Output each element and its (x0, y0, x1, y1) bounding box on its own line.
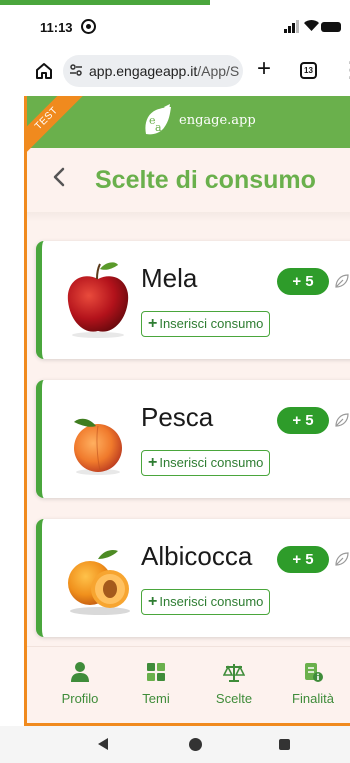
home-icon[interactable] (34, 61, 54, 81)
nav-item-finalita[interactable]: Finalità (278, 661, 348, 706)
wifi-icon (304, 19, 319, 35)
apple-image (60, 259, 136, 339)
plus-icon: + (148, 593, 158, 610)
system-recents-icon[interactable] (279, 739, 290, 750)
nav-item-profilo[interactable]: Profilo (45, 661, 115, 706)
more-menu-icon[interactable]: ⋮ (340, 56, 350, 84)
whatsapp-icon (81, 19, 96, 34)
document-info-icon (302, 661, 324, 683)
status-time: 11:13 (40, 20, 73, 35)
title-divider (27, 212, 350, 222)
product-card-albicocca: Albicocca + 5 + Inserisci consumo (36, 519, 350, 637)
scale-icon (222, 661, 246, 683)
status-bar: 11:13 (0, 6, 350, 46)
plus-icon: + (148, 454, 158, 471)
product-card-pesca: Pesca + 5 + Inserisci consumo (36, 380, 350, 498)
system-navigation-bar (0, 726, 350, 763)
app-header: TEST e a engage.app (27, 96, 350, 160)
browser-toolbar: app.engageapp.it/App/S + 13 ⋮ (0, 46, 350, 96)
nav-label: Finalità (292, 691, 334, 706)
page-title: Scelte di consumo (95, 166, 316, 194)
product-card-mela: Mela + 5 + Inserisci consumo (36, 241, 350, 359)
new-tab-icon[interactable]: + (257, 55, 271, 83)
address-bar[interactable]: app.engageapp.it/App/S (63, 55, 243, 87)
add-consumption-label: Inserisci consumo (159, 594, 264, 609)
leaf-icon (334, 273, 350, 289)
score-badge: + 5 (277, 268, 329, 295)
site-settings-icon[interactable] (69, 64, 83, 79)
nav-item-scelte[interactable]: Scelte (199, 661, 269, 706)
url-path: /App/S (197, 63, 239, 79)
leaf-icon (334, 551, 350, 567)
logo-text: engage.app (179, 113, 256, 128)
nav-label: Scelte (215, 691, 253, 706)
person-icon (69, 661, 91, 683)
nav-item-temi[interactable]: Temi (121, 661, 191, 706)
battery-icon (321, 22, 341, 32)
leaf-icon (334, 412, 350, 428)
product-name: Pesca (141, 402, 214, 432)
add-consumption-button[interactable]: + Inserisci consumo (141, 589, 271, 615)
app-frame: TEST e a engage.app Scelte di consumo Me… (24, 96, 350, 726)
add-consumption-label: Inserisci consumo (159, 455, 264, 470)
add-consumption-label: Inserisci consumo (159, 316, 264, 331)
back-chevron-icon[interactable] (47, 164, 71, 194)
product-name: Albicocca (141, 541, 253, 571)
title-row: Scelte di consumo (27, 148, 350, 212)
score-badge: + 5 (277, 546, 329, 573)
signal-icon (284, 20, 300, 33)
nav-label: Temi (142, 691, 170, 706)
url-host: app.engageapp.it (89, 63, 198, 79)
apricot-image (60, 537, 136, 617)
add-consumption-button[interactable]: + Inserisci consumo (141, 450, 271, 476)
system-back-icon[interactable] (98, 738, 108, 750)
logo-letter-a: a (155, 121, 162, 134)
plus-icon: + (148, 315, 158, 332)
add-consumption-button[interactable]: + Inserisci consumo (141, 311, 271, 337)
peach-image (60, 398, 136, 478)
product-name: Mela (141, 263, 198, 293)
nav-label: Profilo (61, 691, 99, 706)
system-home-icon[interactable] (189, 738, 202, 751)
grid-icon (145, 661, 167, 683)
tab-switcher-icon[interactable]: 13 (300, 62, 317, 79)
screen: 11:13 app.engageapp.it/App/S + 13 ⋮ (0, 0, 350, 763)
engage-logo-icon: e a (141, 104, 175, 138)
page-loading-bar (0, 0, 210, 5)
url-text: app.engageapp.it/App/S (89, 63, 239, 79)
score-badge: + 5 (277, 407, 329, 434)
bottom-navigation: Profilo Temi Scelte Finalità (27, 646, 350, 723)
